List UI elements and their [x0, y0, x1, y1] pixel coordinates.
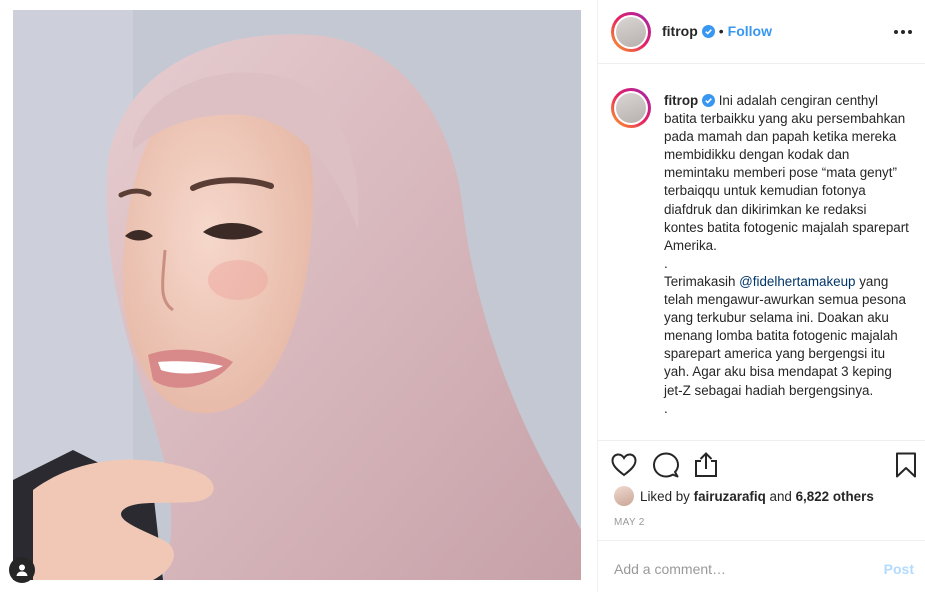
likes-and: and: [769, 488, 792, 504]
avatar-image: [616, 17, 646, 47]
post-caption: fitrop Ini adalah cengiran centhyl batit…: [664, 92, 909, 418]
post-media-area: [0, 0, 597, 592]
bookmark-icon[interactable]: [892, 451, 920, 479]
caption-text-1: Ini adalah cengiran centhyl batita terba…: [664, 93, 909, 253]
share-icon[interactable]: [692, 451, 720, 479]
likes-count[interactable]: 6,822 others: [796, 489, 874, 504]
caption-dot-2: .: [664, 400, 668, 416]
caption-username[interactable]: fitrop: [664, 93, 698, 108]
comment-input[interactable]: Add a comment…: [614, 561, 726, 577]
comment-icon[interactable]: [652, 451, 680, 479]
post-date[interactable]: MAY 2: [614, 517, 645, 528]
comments-section: fitrop Ini adalah cengiran centhyl batit…: [598, 65, 925, 439]
author-avatar[interactable]: [611, 12, 651, 52]
user-tag-button[interactable]: [9, 557, 35, 583]
header-separator: •: [718, 23, 724, 39]
likes-summary: Liked by fairuzarafiq and 6,822 others: [614, 486, 874, 506]
post-side-panel: fitrop • Follow fitrop Ini adalah cengir…: [597, 0, 925, 592]
verified-badge-icon: [701, 94, 715, 107]
verified-badge-icon: [701, 24, 715, 38]
caption-dot-1: .: [664, 255, 668, 271]
heart-icon[interactable]: [610, 451, 638, 479]
liker-avatar[interactable]: [614, 486, 634, 506]
post-comment-button[interactable]: Post: [884, 561, 914, 577]
caption-thanks: Terimakasih: [664, 273, 736, 289]
avatar-image: [616, 93, 646, 123]
caption-author-avatar[interactable]: [611, 88, 651, 128]
mention-link[interactable]: @fidelhertamakeup: [739, 274, 855, 289]
action-bar: [598, 440, 925, 488]
post-photo[interactable]: [13, 10, 581, 580]
liker-username[interactable]: fairuzarafiq: [694, 489, 766, 504]
follow-button[interactable]: Follow: [728, 23, 772, 39]
author-username[interactable]: fitrop: [662, 23, 698, 39]
portrait-illustration: [13, 10, 581, 580]
caption-text-2: yang telah mengawur-awurkan semua pesona…: [664, 273, 906, 398]
more-options-icon[interactable]: [892, 22, 914, 42]
post-header: fitrop • Follow: [598, 0, 925, 64]
add-comment-bar: Add a comment… Post: [598, 540, 925, 592]
user-tag-icon: [16, 564, 28, 576]
likes-prefix: Liked by: [640, 488, 690, 504]
